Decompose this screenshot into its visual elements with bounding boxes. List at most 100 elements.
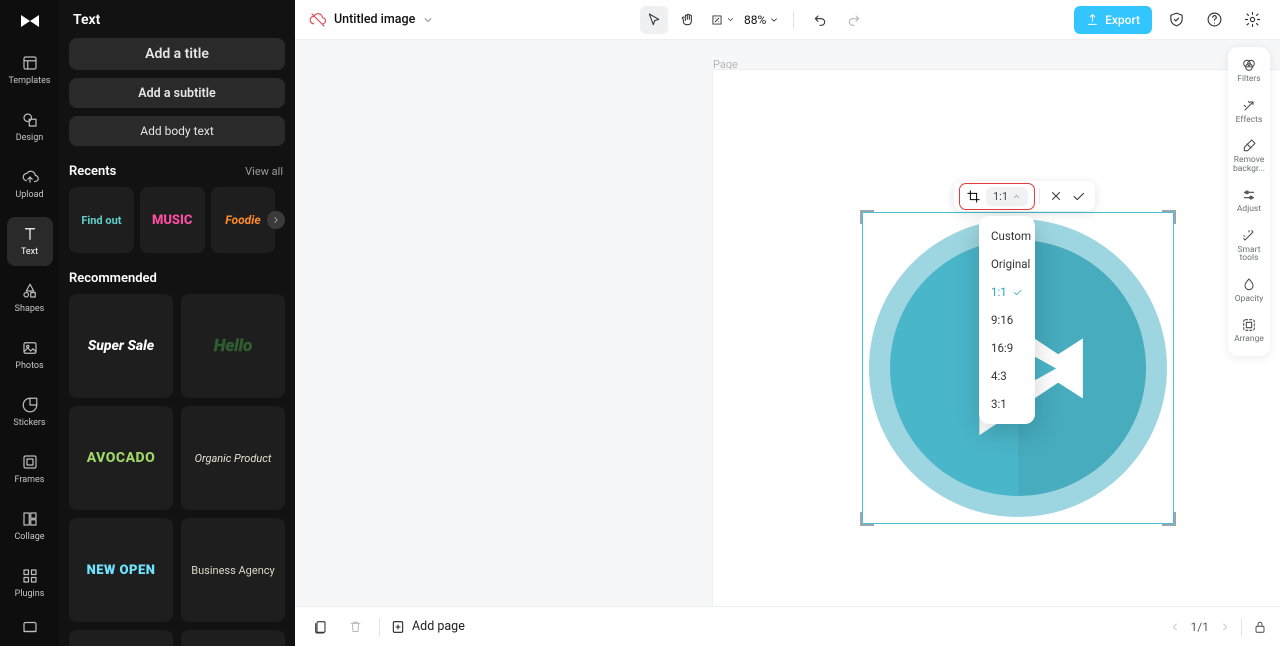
rail-collage[interactable]: Collage	[7, 502, 53, 551]
recommended-heading: Recommended	[69, 271, 157, 286]
shapes-icon	[21, 282, 39, 300]
rail-templates[interactable]: Templates	[7, 46, 53, 95]
collapse-icon	[21, 618, 39, 636]
chevron-up-icon	[1012, 192, 1021, 201]
zoom-level[interactable]: 88%	[742, 13, 781, 27]
chevron-down-icon[interactable]	[422, 14, 434, 26]
crop-confirm-button[interactable]	[1067, 185, 1089, 207]
filters-tool[interactable]: Filters	[1237, 55, 1260, 88]
cloud-off-icon	[309, 11, 327, 29]
rail-label: Text	[21, 247, 38, 257]
recent-item[interactable]: MUSIC	[140, 187, 205, 253]
arrange-tool[interactable]: Arrange	[1234, 315, 1264, 348]
recent-item[interactable]: Find out	[69, 187, 134, 253]
add-title-button[interactable]: Add a title	[69, 38, 285, 70]
rail-label: Templates	[8, 76, 50, 86]
app-nav-rail: Templates Design Upload Text Shapes Phot…	[0, 0, 59, 646]
select-tool[interactable]	[640, 6, 668, 34]
next-page-button[interactable]	[1219, 621, 1231, 633]
rail-label: Photos	[15, 361, 43, 371]
recents-next[interactable]	[267, 211, 285, 229]
ratio-option[interactable]: 3:1	[979, 390, 1035, 418]
rail-label: Collage	[14, 532, 44, 542]
rail-stickers[interactable]: Stickers	[7, 388, 53, 437]
prev-page-button[interactable]	[1169, 621, 1181, 633]
text-style-tile[interactable]	[181, 630, 285, 646]
add-page-icon	[390, 619, 406, 635]
add-page-button[interactable]: Add page	[390, 619, 465, 635]
document-name[interactable]: Untitled image	[334, 12, 415, 27]
hand-tool[interactable]	[674, 6, 702, 34]
add-body-text-button[interactable]: Add body text	[69, 116, 285, 146]
page-counter: 1/1	[1191, 620, 1209, 634]
app-logo[interactable]	[0, 0, 59, 40]
top-bar: Untitled image 88% Export	[295, 0, 1280, 40]
rail-upload[interactable]: Upload	[7, 160, 53, 209]
export-button[interactable]: Export	[1074, 6, 1152, 34]
lock-button[interactable]	[1252, 619, 1268, 635]
crop-toolbar: 1:1	[954, 181, 1095, 211]
eraser-icon	[1241, 138, 1257, 154]
ratio-option[interactable]: 16:9	[979, 334, 1035, 362]
effects-tool[interactable]: Effects	[1236, 96, 1263, 129]
text-style-tile[interactable]: Hello	[181, 294, 285, 398]
rail-label: Shapes	[15, 304, 45, 314]
resize-tool[interactable]	[708, 6, 736, 34]
text-style-tile[interactable]	[69, 630, 173, 646]
undo-button[interactable]	[806, 6, 834, 34]
upload-icon	[21, 168, 39, 186]
text-style-tile[interactable]: Organic Product	[181, 406, 285, 510]
filters-icon	[1241, 57, 1257, 73]
rail-frames[interactable]: Frames	[7, 445, 53, 494]
frames-icon	[21, 453, 39, 471]
photos-icon	[21, 339, 39, 357]
text-style-tile[interactable]: NEW OPEN	[69, 518, 173, 622]
recents-heading: Recents	[69, 164, 116, 179]
stickers-icon	[21, 396, 39, 414]
rail-design[interactable]: Design	[7, 103, 53, 152]
opacity-tool[interactable]: Opacity	[1235, 275, 1264, 308]
crop-icon[interactable]	[966, 189, 981, 204]
text-style-tile[interactable]: Super Sale	[69, 294, 173, 398]
pages-list-button[interactable]	[307, 613, 335, 641]
bottom-bar: Add page 1/1	[295, 606, 1280, 646]
recent-item[interactable]: Foodie	[211, 187, 276, 253]
rail-shapes[interactable]: Shapes	[7, 274, 53, 323]
rail-label: Plugins	[15, 589, 45, 599]
rail-collapse[interactable]	[7, 610, 53, 646]
smart-tools[interactable]: Smart tools	[1230, 226, 1268, 267]
crop-cancel-button[interactable]	[1045, 185, 1067, 207]
rail-photos[interactable]: Photos	[7, 331, 53, 380]
ratio-option[interactable]: 1:1	[979, 278, 1035, 306]
export-icon	[1086, 13, 1099, 26]
shield-button[interactable]	[1162, 6, 1190, 34]
chevron-down-icon	[769, 15, 779, 25]
rail-label: Upload	[15, 190, 43, 200]
help-button[interactable]	[1200, 6, 1228, 34]
templates-icon	[21, 54, 39, 72]
ratio-option[interactable]: 4:3	[979, 362, 1035, 390]
recents-view-all[interactable]: View all	[245, 165, 283, 178]
text-style-tile[interactable]: AVOCADO	[69, 406, 173, 510]
text-panel: Text Add a title Add a subtitle Add body…	[59, 0, 295, 646]
aspect-ratio-selector[interactable]: 1:1	[986, 187, 1028, 206]
remove-bg-tool[interactable]: Remove backgr...	[1230, 136, 1268, 177]
rail-text[interactable]: Text	[7, 217, 53, 266]
ratio-option[interactable]: Original	[979, 250, 1035, 278]
right-tool-rail: Filters Effects Remove backgr... Adjust …	[1228, 47, 1270, 356]
ratio-option[interactable]: Custom	[979, 222, 1035, 250]
ratio-option[interactable]: 9:16	[979, 306, 1035, 334]
aspect-ratio-dropdown: Custom Original 1:1 9:16 16:9 4:3 3:1	[979, 216, 1035, 424]
settings-button[interactable]	[1238, 6, 1266, 34]
adjust-tool[interactable]: Adjust	[1237, 185, 1261, 218]
plugins-icon	[21, 567, 39, 585]
rail-label: Design	[16, 133, 44, 143]
rail-plugins[interactable]: Plugins	[7, 559, 53, 608]
redo-button[interactable]	[840, 6, 868, 34]
adjust-icon	[1241, 187, 1257, 203]
delete-page-button[interactable]	[341, 613, 369, 641]
check-icon	[1012, 287, 1023, 298]
add-subtitle-button[interactable]: Add a subtitle	[69, 78, 285, 108]
canvas-area[interactable]: Page 1 ••• 1:1	[295, 40, 1280, 606]
text-style-tile[interactable]: Business Agency	[181, 518, 285, 622]
